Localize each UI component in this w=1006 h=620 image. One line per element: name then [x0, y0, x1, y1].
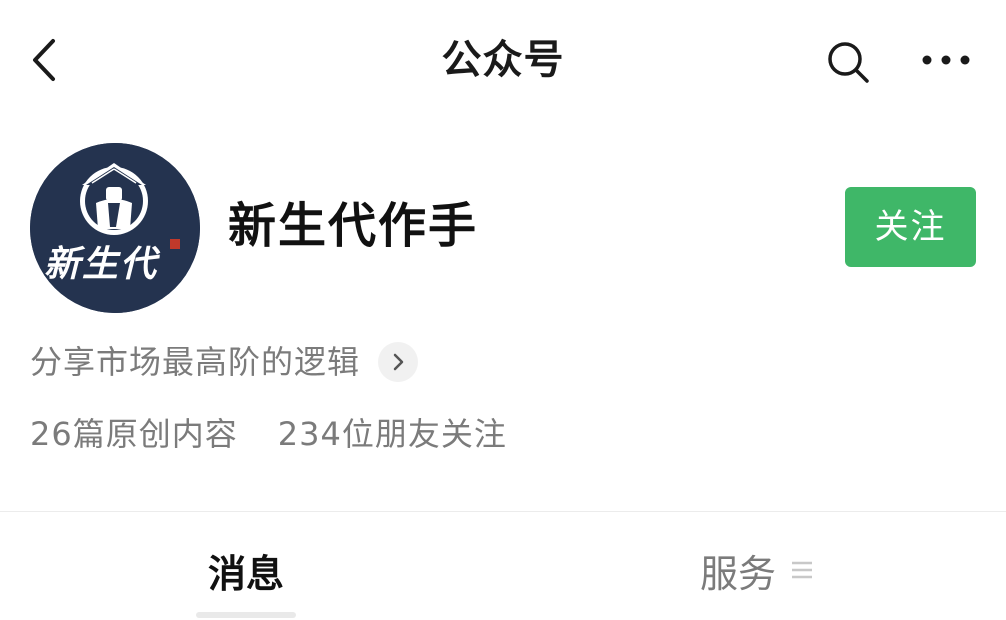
menu-lines-icon [790, 559, 814, 581]
tab-services[interactable]: 服务 [700, 540, 814, 600]
more-dots-icon [922, 55, 970, 65]
avatar-logo-image [30, 143, 200, 313]
official-account-page: 公众号 新生代 新生代作手 关注 分享市场最高阶的逻辑 26篇原创内容 234位… [0, 0, 1006, 620]
follow-button[interactable]: 关注 [845, 187, 976, 267]
search-button[interactable] [820, 34, 876, 90]
avatar-logo-text: 新生代 [44, 243, 159, 285]
tab-messages[interactable]: 消息 [208, 540, 284, 600]
intro-text: 分享市场最高阶的逻辑 [30, 343, 361, 381]
top-navbar: 公众号 [0, 0, 1006, 120]
active-tab-indicator [196, 612, 296, 618]
avatar[interactable]: 新生代 [30, 143, 200, 313]
tab-services-label: 服务 [700, 551, 777, 596]
more-button[interactable] [916, 34, 976, 86]
account-intro[interactable]: 分享市场最高阶的逻辑 [30, 336, 419, 388]
account-stats: 26篇原创内容 234位朋友关注 [30, 408, 507, 460]
tab-messages-label: 消息 [208, 551, 285, 596]
original-articles-count: 26篇原创内容 [30, 415, 238, 453]
search-icon [828, 42, 869, 83]
section-divider [0, 511, 1006, 512]
intro-chevron [378, 342, 419, 382]
followers-count: 234位朋友关注 [277, 415, 507, 453]
account-name: 新生代作手 [228, 198, 479, 254]
chevron-right-icon [393, 353, 404, 371]
